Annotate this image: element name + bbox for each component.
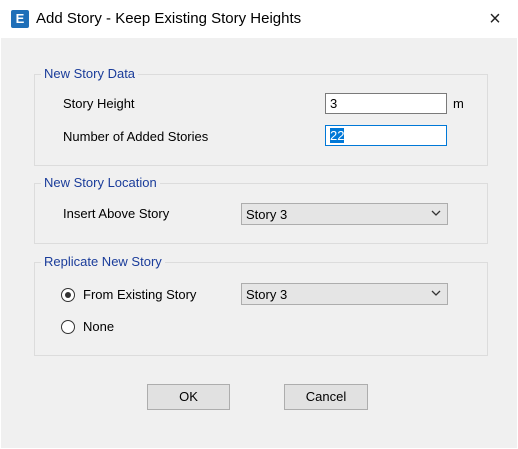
group-legend: New Story Data: [41, 66, 139, 81]
dialog-body: New Story Data Story Height 3 m Number o…: [1, 38, 517, 448]
radio-selected-dot: [65, 292, 71, 298]
story-height-unit: m: [453, 96, 464, 111]
story-height-value: 3: [330, 96, 338, 111]
added-stories-input[interactable]: 22: [325, 125, 447, 146]
added-stories-value: 22: [330, 128, 345, 143]
from-existing-value: Story 3: [246, 287, 288, 302]
insert-above-value: Story 3: [246, 207, 288, 222]
from-existing-radio[interactable]: [61, 288, 75, 302]
new-story-location-group: New Story Location Insert Above Story St…: [34, 175, 488, 244]
replicate-group: Replicate New Story From Existing Story …: [34, 254, 488, 356]
insert-above-label: Insert Above Story: [63, 206, 170, 221]
new-story-data-group: New Story Data Story Height 3 m Number o…: [34, 66, 488, 166]
window-title: Add Story - Keep Existing Story Heights: [36, 10, 302, 27]
cancel-button[interactable]: Cancel: [284, 384, 368, 410]
from-existing-select[interactable]: Story 3: [241, 283, 448, 305]
chevron-down-icon: [431, 290, 441, 296]
ok-button[interactable]: OK: [147, 384, 230, 410]
app-icon: E: [11, 10, 29, 28]
story-height-input[interactable]: 3: [325, 93, 447, 114]
story-height-label: Story Height: [63, 96, 135, 111]
none-label[interactable]: None: [83, 319, 114, 334]
group-legend: Replicate New Story: [41, 254, 165, 269]
none-radio[interactable]: [61, 320, 75, 334]
from-existing-label[interactable]: From Existing Story: [83, 287, 196, 302]
chevron-down-icon: [431, 210, 441, 216]
insert-above-select[interactable]: Story 3: [241, 203, 448, 225]
close-icon[interactable]: ×: [476, 4, 514, 34]
title-bar: E Add Story - Keep Existing Story Height…: [0, 0, 518, 38]
group-legend: New Story Location: [41, 175, 160, 190]
added-stories-label: Number of Added Stories: [63, 129, 209, 144]
